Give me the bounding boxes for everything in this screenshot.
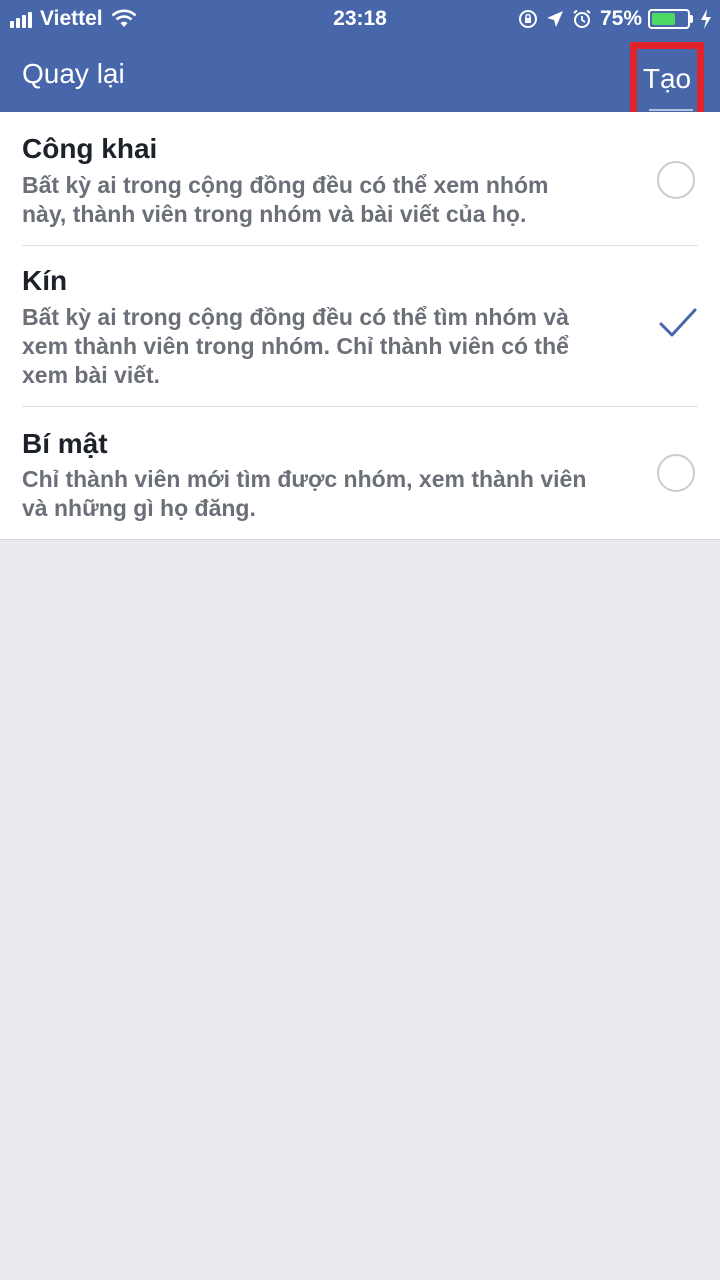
option-description-line: và những gì họ đăng.: [22, 495, 256, 521]
option-description-line: này, thành viên trong nhóm và bài viết c…: [22, 201, 527, 227]
option-title: Công khai: [22, 133, 158, 164]
create-button[interactable]: Tạo: [630, 42, 704, 120]
option-description-line: Chỉ thành viên mới tìm được nhóm, xem th…: [22, 466, 587, 492]
battery-fill: [652, 13, 675, 25]
option-public[interactable]: Công khai Bất kỳ ai trong cộng đồng đều …: [0, 112, 720, 245]
alarm-icon: [572, 9, 592, 29]
radio-unselected-icon[interactable]: [657, 454, 695, 492]
back-button[interactable]: Quay lại: [22, 54, 125, 94]
option-title: Bí mật: [22, 428, 108, 459]
charging-icon: [700, 9, 712, 29]
privacy-options-list: Công khai Bất kỳ ai trong cộng đồng đều …: [0, 112, 720, 540]
radio-unselected-icon[interactable]: [657, 161, 695, 199]
option-description-line: Bất kỳ ai trong cộng đồng đều có thể tìm…: [22, 304, 569, 330]
option-description: Chỉ thành viên mới tìm được nhóm, xem th…: [22, 465, 622, 523]
option-closed[interactable]: Kín Bất kỳ ai trong cộng đồng đều có thể…: [0, 246, 720, 406]
create-underline: [649, 109, 693, 111]
battery-percent: 75%: [599, 7, 642, 30]
status-bar: Viettel 23:18 75%: [0, 0, 720, 38]
option-description: Bất kỳ ai trong cộng đồng đều có thể xem…: [22, 171, 622, 229]
option-secret[interactable]: Bí mật Chỉ thành viên mới tìm được nhóm,…: [0, 407, 720, 539]
option-description-line: xem thành viên trong nhóm. Chỉ thành viê…: [22, 333, 569, 359]
top-bar: Viettel 23:18 75% Quay lại Tạo: [0, 0, 720, 120]
battery-icon: [648, 9, 693, 29]
create-button-label: Tạo: [642, 63, 692, 94]
checkmark-icon[interactable]: [658, 306, 698, 340]
status-right: 75%: [510, 6, 712, 32]
option-description: Bất kỳ ai trong cộng đồng đều có thể tìm…: [22, 303, 622, 390]
empty-background: [0, 540, 720, 1280]
location-icon: [546, 10, 564, 28]
option-title: Kín: [22, 265, 68, 296]
option-description-line: xem bài viết.: [22, 362, 161, 388]
option-description-line: Bất kỳ ai trong cộng đồng đều có thể xem…: [22, 172, 549, 198]
rotation-lock-icon: [518, 9, 538, 29]
